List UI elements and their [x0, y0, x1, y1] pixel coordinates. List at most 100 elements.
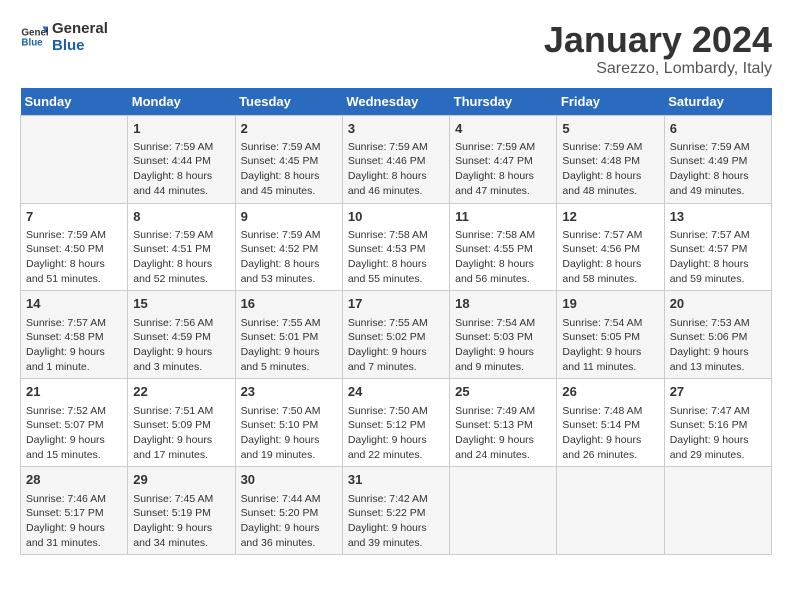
- calendar-cell: 24 Sunrise: 7:50 AMSunset: 5:12 PMDayligh…: [342, 379, 449, 467]
- day-number: 4: [455, 120, 551, 138]
- day-number: 22: [133, 383, 229, 401]
- day-number: 10: [348, 208, 444, 226]
- calendar-cell: 22 Sunrise: 7:51 AMSunset: 5:09 PMDayligh…: [128, 379, 235, 467]
- col-friday: Friday: [557, 88, 664, 116]
- day-info: Sunrise: 7:44 AMSunset: 5:20 PMDaylight:…: [241, 492, 337, 551]
- calendar-week-3: 14 Sunrise: 7:57 AMSunset: 4:58 PMDayligh…: [21, 291, 772, 379]
- calendar-cell: 12Sunrise: 7:57 AMSunset: 4:56 PMDayligh…: [557, 203, 664, 291]
- day-number: 1: [133, 120, 229, 138]
- day-info: Sunrise: 7:45 AMSunset: 5:19 PMDaylight:…: [133, 492, 229, 551]
- calendar-cell: 10 Sunrise: 7:58 AMSunset: 4:53 PMDayligh…: [342, 203, 449, 291]
- day-number: 14: [26, 295, 122, 313]
- day-number: 7: [26, 208, 122, 226]
- day-number: 6: [670, 120, 766, 138]
- col-wednesday: Wednesday: [342, 88, 449, 116]
- day-number: 19: [562, 295, 658, 313]
- calendar-cell: 17 Sunrise: 7:55 AMSunset: 5:02 PMDayligh…: [342, 291, 449, 379]
- day-info: Sunrise: 7:50 AMSunset: 5:12 PMDaylight:…: [348, 404, 444, 463]
- day-info: Sunrise: 7:50 AMSunset: 5:10 PMDaylight:…: [241, 404, 337, 463]
- day-number: 8: [133, 208, 229, 226]
- day-number: 11: [455, 208, 551, 226]
- day-number: 24: [348, 383, 444, 401]
- day-info: Sunrise: 7:49 AMSunset: 5:13 PMDaylight:…: [455, 404, 551, 463]
- day-number: 9: [241, 208, 337, 226]
- day-number: 29: [133, 471, 229, 489]
- day-number: 20: [670, 295, 766, 313]
- calendar-week-4: 21 Sunrise: 7:52 AMSunset: 5:07 PMDayligh…: [21, 379, 772, 467]
- day-number: 21: [26, 383, 122, 401]
- logo-text-line2: Blue: [52, 37, 108, 54]
- calendar-cell: 19 Sunrise: 7:54 AMSunset: 5:05 PMDayligh…: [557, 291, 664, 379]
- svg-text:Blue: Blue: [21, 37, 43, 48]
- day-number: 30: [241, 471, 337, 489]
- calendar-cell: 2Sunrise: 7:59 AMSunset: 4:45 PMDaylight…: [235, 115, 342, 203]
- day-info: Sunrise: 7:59 AMSunset: 4:51 PMDaylight:…: [133, 228, 229, 287]
- day-number: 16: [241, 295, 337, 313]
- calendar-cell: 5 Sunrise: 7:59 AMSunset: 4:48 PMDaylight…: [557, 115, 664, 203]
- calendar-cell: 16 Sunrise: 7:55 AMSunset: 5:01 PMDayligh…: [235, 291, 342, 379]
- logo: General Blue General Blue: [20, 20, 108, 54]
- calendar-cell: [450, 467, 557, 555]
- day-info: Sunrise: 7:47 AMSunset: 5:16 PMDaylight:…: [670, 404, 766, 463]
- day-info: Sunrise: 7:56 AMSunset: 4:59 PMDaylight:…: [133, 316, 229, 375]
- calendar-table: Sunday Monday Tuesday Wednesday Thursday…: [20, 88, 772, 556]
- calendar-cell: 28Sunrise: 7:46 AMSunset: 5:17 PMDayligh…: [21, 467, 128, 555]
- day-info: Sunrise: 7:57 AMSunset: 4:56 PMDaylight:…: [562, 228, 658, 287]
- calendar-cell: 23Sunrise: 7:50 AMSunset: 5:10 PMDayligh…: [235, 379, 342, 467]
- day-info: Sunrise: 7:58 AMSunset: 4:53 PMDaylight:…: [348, 228, 444, 287]
- day-number: 18: [455, 295, 551, 313]
- calendar-week-1: 1 Sunrise: 7:59 AMSunset: 4:44 PMDaylight…: [21, 115, 772, 203]
- day-info: Sunrise: 7:48 AMSunset: 5:14 PMDaylight:…: [562, 404, 658, 463]
- page-header: General Blue General Blue January 2024 S…: [20, 20, 772, 78]
- calendar-week-2: 7Sunrise: 7:59 AMSunset: 4:50 PMDaylight…: [21, 203, 772, 291]
- day-info: Sunrise: 7:57 AMSunset: 4:57 PMDaylight:…: [670, 228, 766, 287]
- calendar-cell: 25 Sunrise: 7:49 AMSunset: 5:13 PMDayligh…: [450, 379, 557, 467]
- day-info: Sunrise: 7:42 AMSunset: 5:22 PMDaylight:…: [348, 492, 444, 551]
- calendar-cell: 27Sunrise: 7:47 AMSunset: 5:16 PMDayligh…: [664, 379, 771, 467]
- calendar-cell: [664, 467, 771, 555]
- day-info: Sunrise: 7:54 AMSunset: 5:05 PMDaylight:…: [562, 316, 658, 375]
- day-info: Sunrise: 7:59 AMSunset: 4:48 PMDaylight:…: [562, 140, 658, 199]
- calendar-week-5: 28Sunrise: 7:46 AMSunset: 5:17 PMDayligh…: [21, 467, 772, 555]
- calendar-cell: 1 Sunrise: 7:59 AMSunset: 4:44 PMDaylight…: [128, 115, 235, 203]
- logo-icon: General Blue: [20, 23, 48, 51]
- calendar-cell: 21 Sunrise: 7:52 AMSunset: 5:07 PMDayligh…: [21, 379, 128, 467]
- day-number: 28: [26, 471, 122, 489]
- calendar-cell: 18Sunrise: 7:54 AMSunset: 5:03 PMDayligh…: [450, 291, 557, 379]
- location: Sarezzo, Lombardy, Italy: [544, 60, 772, 78]
- day-info: Sunrise: 7:52 AMSunset: 5:07 PMDaylight:…: [26, 404, 122, 463]
- day-info: Sunrise: 7:59 AMSunset: 4:45 PMDaylight:…: [241, 140, 337, 199]
- day-info: Sunrise: 7:55 AMSunset: 5:02 PMDaylight:…: [348, 316, 444, 375]
- calendar-cell: 9Sunrise: 7:59 AMSunset: 4:52 PMDaylight…: [235, 203, 342, 291]
- calendar-cell: [21, 115, 128, 203]
- calendar-cell: 20Sunrise: 7:53 AMSunset: 5:06 PMDayligh…: [664, 291, 771, 379]
- day-info: Sunrise: 7:51 AMSunset: 5:09 PMDaylight:…: [133, 404, 229, 463]
- calendar-cell: 11 Sunrise: 7:58 AMSunset: 4:55 PMDayligh…: [450, 203, 557, 291]
- day-number: 15: [133, 295, 229, 313]
- calendar-cell: 14 Sunrise: 7:57 AMSunset: 4:58 PMDayligh…: [21, 291, 128, 379]
- col-thursday: Thursday: [450, 88, 557, 116]
- day-number: 13: [670, 208, 766, 226]
- day-info: Sunrise: 7:57 AMSunset: 4:58 PMDaylight:…: [26, 316, 122, 375]
- calendar-cell: 15 Sunrise: 7:56 AMSunset: 4:59 PMDayligh…: [128, 291, 235, 379]
- col-saturday: Saturday: [664, 88, 771, 116]
- day-info: Sunrise: 7:58 AMSunset: 4:55 PMDaylight:…: [455, 228, 551, 287]
- calendar-cell: 8 Sunrise: 7:59 AMSunset: 4:51 PMDaylight…: [128, 203, 235, 291]
- calendar-cell: 30 Sunrise: 7:44 AMSunset: 5:20 PMDayligh…: [235, 467, 342, 555]
- calendar-cell: 31Sunrise: 7:42 AMSunset: 5:22 PMDayligh…: [342, 467, 449, 555]
- day-number: 17: [348, 295, 444, 313]
- calendar-cell: [557, 467, 664, 555]
- day-info: Sunrise: 7:59 AMSunset: 4:47 PMDaylight:…: [455, 140, 551, 199]
- calendar-cell: 3Sunrise: 7:59 AMSunset: 4:46 PMDaylight…: [342, 115, 449, 203]
- title-block: January 2024 Sarezzo, Lombardy, Italy: [544, 20, 772, 78]
- calendar-cell: 6Sunrise: 7:59 AMSunset: 4:49 PMDaylight…: [664, 115, 771, 203]
- day-info: Sunrise: 7:55 AMSunset: 5:01 PMDaylight:…: [241, 316, 337, 375]
- col-monday: Monday: [128, 88, 235, 116]
- calendar-cell: 13 Sunrise: 7:57 AMSunset: 4:57 PMDayligh…: [664, 203, 771, 291]
- day-number: 25: [455, 383, 551, 401]
- calendar-cell: 26Sunrise: 7:48 AMSunset: 5:14 PMDayligh…: [557, 379, 664, 467]
- logo-text-line1: General: [52, 20, 108, 37]
- day-info: Sunrise: 7:59 AMSunset: 4:44 PMDaylight:…: [133, 140, 229, 199]
- month-title: January 2024: [544, 20, 772, 60]
- day-number: 5: [562, 120, 658, 138]
